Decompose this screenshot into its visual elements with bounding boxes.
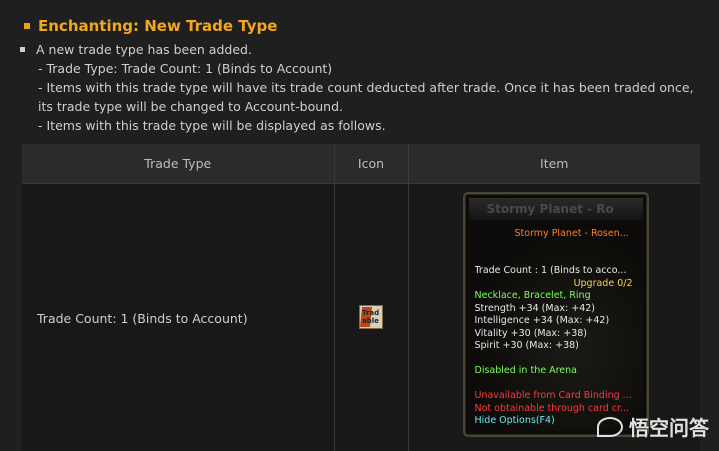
header-item: Item [408, 144, 700, 183]
watermark: 悟空问答 [597, 412, 709, 441]
stat-line: Intelligence +34 (Max: +42) [474, 315, 610, 326]
trade-type-cell: Trade Count: 1 (Binds to Account) [22, 182, 335, 451]
header-icon: Icon [334, 144, 409, 183]
tooltip-name-bar: Stormy Planet - Ro [468, 197, 643, 220]
detail-line: - Items with this trade type will be dis… [38, 118, 386, 133]
slots-line: Necklace, Bracelet, Ring [474, 290, 591, 301]
stat-line: Spirit +30 (Max: +38) [474, 340, 579, 351]
intro-text: A new trade type has been added. [36, 42, 252, 57]
stat-line: Strength +34 (Max: +42) [474, 302, 596, 314]
bullet-icon [20, 47, 25, 52]
upgrade-line: Upgrade 0/2 [573, 277, 633, 289]
watermark-text: 悟空问答 [629, 416, 709, 440]
heading-bullet-icon [24, 23, 30, 29]
tradable-icon: Trad able [359, 304, 383, 329]
tradable-icon-text: Trad able [361, 308, 380, 325]
description-block: A new trade type has been added. - Trade… [20, 40, 700, 135]
section-title: Enchanting: New Trade Type [38, 17, 278, 35]
table-row: Trade Count: 1 (Binds to Account) Trad a… [22, 182, 700, 451]
section-heading: Enchanting: New Trade Type [24, 17, 277, 35]
icon-cell: Trad able [334, 182, 409, 451]
intro-line: A new trade type has been added. [20, 40, 700, 59]
trade-type-table: Trade Type Icon Item Trade Count: 1 (Bin… [22, 144, 700, 451]
item-tooltip: Stormy Planet - Ro Stormy Planet - Rosen… [462, 191, 649, 437]
detail-line: - Trade Type: Trade Count: 1 (Binds to A… [38, 61, 333, 76]
header-trade-type: Trade Type [22, 144, 335, 183]
trade-count-line: Trade Count : 1 (Binds to acco... [474, 265, 627, 276]
detail-line: - Items with this trade type will have i… [38, 80, 694, 114]
item-name: Stormy Planet - Rosen... [514, 227, 629, 239]
watermark-logo-icon [597, 416, 623, 437]
arena-line: Disabled in the Arena [474, 365, 577, 376]
stat-line: Vitality +30 (Max: +38) [474, 327, 588, 339]
item-cell: Stormy Planet - Ro Stormy Planet - Rosen… [408, 182, 700, 451]
tooltip-body: Stormy Planet - Rosen... Trade Count : 1… [468, 223, 643, 431]
table-header-row: Trade Type Icon Item [22, 144, 700, 183]
card-binding-line: Unavailable from Card Binding ... [474, 390, 632, 401]
